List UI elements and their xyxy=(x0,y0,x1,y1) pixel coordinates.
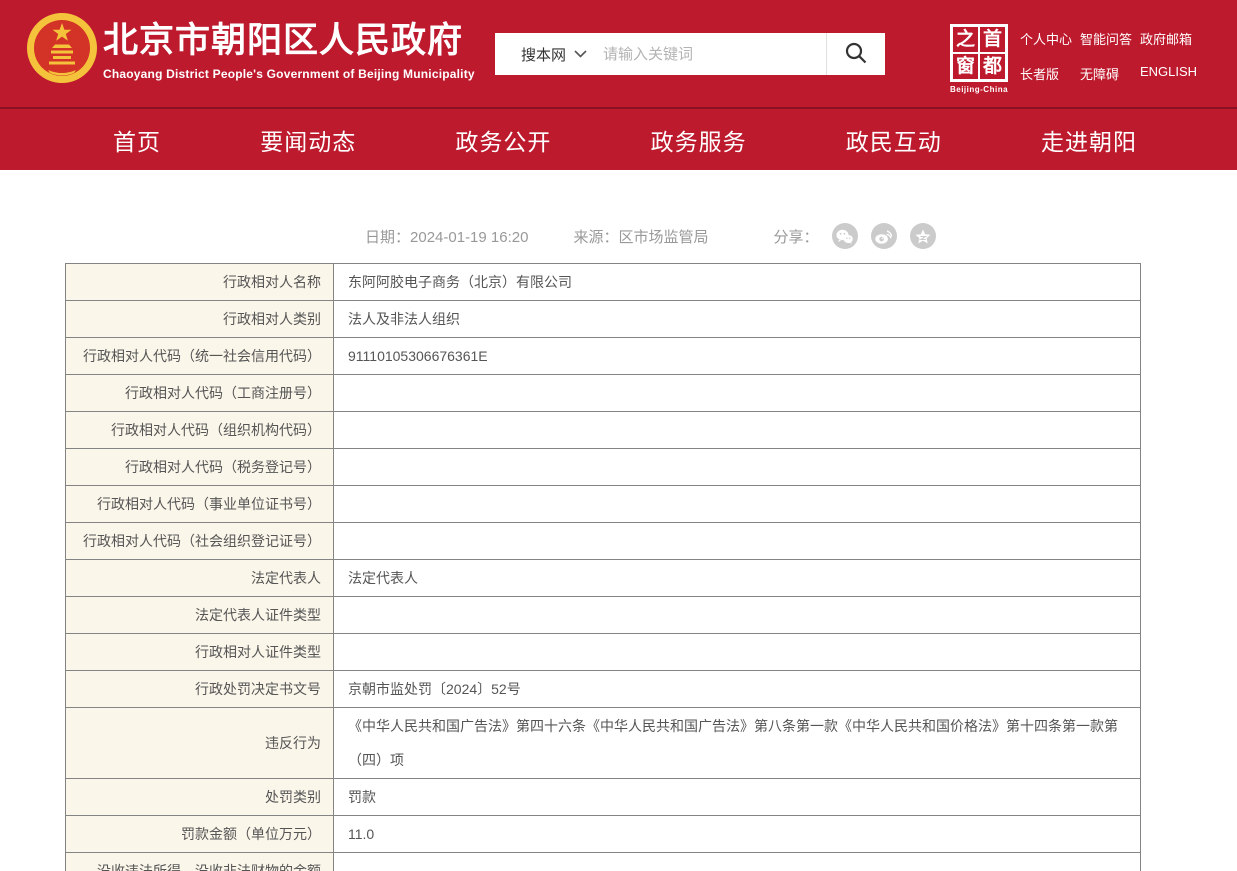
nav-item[interactable]: 政务服务 xyxy=(651,123,747,157)
row-label: 行政相对人代码（统一社会信用代码） xyxy=(66,338,334,375)
quick-link[interactable]: 无障碍 xyxy=(1080,64,1140,82)
capital-window-char: 窗 xyxy=(953,54,978,79)
table-row: 行政相对人证件类型 xyxy=(66,634,1141,671)
nav-item[interactable]: 走进朝阳 xyxy=(1041,123,1137,157)
row-value: 京朝市监处罚〔2024〕52号 xyxy=(334,671,1141,708)
source-value: 区市场监管局 xyxy=(618,229,708,246)
row-label: 行政相对人证件类型 xyxy=(66,634,334,671)
nav-item[interactable]: 政民互动 xyxy=(846,123,942,157)
main-nav: 首页 要闻动态 政务公开 政务服务 政民互动 走进朝阳 xyxy=(0,109,1237,170)
row-label: 法定代表人证件类型 xyxy=(66,597,334,634)
favorite-share-icon[interactable] xyxy=(910,223,936,249)
row-value xyxy=(334,634,1141,671)
table-row: 法定代表人 法定代表人 xyxy=(66,560,1141,597)
row-label: 没收违法所得、没收非法财物的金额 xyxy=(66,853,334,871)
table-row: 行政相对人代码（统一社会信用代码） 91110105306676361E xyxy=(66,338,1141,375)
table-row: 行政相对人类别 法人及非法人组织 xyxy=(66,301,1141,338)
row-label: 违反行为 xyxy=(66,708,334,779)
table-row: 行政相对人代码（税务登记号） xyxy=(66,449,1141,486)
row-label: 行政相对人代码（事业单位证书号） xyxy=(66,486,334,523)
meta-source: 来源：区市场监管局 xyxy=(573,226,708,247)
site-title-block[interactable]: 北京市朝阳区人民政府 Chaoyang District People's Go… xyxy=(103,21,475,81)
site-header: 北京市朝阳区人民政府 Chaoyang District People's Go… xyxy=(0,0,1237,107)
row-label: 罚款金额（单位万元） xyxy=(66,816,334,853)
table-row: 行政相对人代码（组织机构代码） xyxy=(66,412,1141,449)
article-meta: 日期：2024-01-19 16:20 来源：区市场监管局 分享： xyxy=(365,223,1237,249)
weibo-share-icon[interactable] xyxy=(871,223,897,249)
table-row: 行政相对人代码（事业单位证书号） xyxy=(66,486,1141,523)
row-label: 法定代表人 xyxy=(66,560,334,597)
quick-link[interactable]: 智能问答 xyxy=(1080,29,1140,47)
share-label: 分享： xyxy=(773,226,818,247)
table-row: 行政相对人代码（工商注册号） xyxy=(66,375,1141,412)
search-input[interactable] xyxy=(587,46,826,63)
row-value xyxy=(334,853,1141,871)
row-value xyxy=(334,597,1141,634)
table-row: 违反行为 《中华人民共和国广告法》第四十六条《中华人民共和国广告法》第八条第一款… xyxy=(66,708,1141,779)
row-label: 行政相对人类别 xyxy=(66,301,334,338)
quick-link[interactable]: 长者版 xyxy=(1020,64,1080,82)
national-emblem-logo[interactable] xyxy=(26,12,98,84)
capital-window-badge[interactable]: 之首窗都 Beijing-China xyxy=(947,24,1011,94)
nav-item[interactable]: 要闻动态 xyxy=(260,123,356,157)
search-scope-selector[interactable]: 搜本网 xyxy=(495,44,587,65)
row-value: 91110105306676361E xyxy=(334,338,1141,375)
row-value xyxy=(334,449,1141,486)
capital-window-logo: 之首窗都 xyxy=(950,24,1008,82)
quick-link[interactable]: ENGLISH xyxy=(1140,64,1197,82)
row-value: 11.0 xyxy=(334,816,1141,853)
penalty-table: 行政相对人名称 东阿阿胶电子商务（北京）有限公司 行政相对人类别 法人及非法人组… xyxy=(65,263,1141,871)
header-quick-links: 个人中心智能问答政府邮箱 长者版无障碍ENGLISH xyxy=(1020,29,1197,82)
date-label: 日期： xyxy=(365,229,410,246)
row-label: 行政相对人代码（社会组织登记证号） xyxy=(66,523,334,560)
meta-date: 日期：2024-01-19 16:20 xyxy=(365,226,528,247)
search-button[interactable] xyxy=(827,33,885,75)
search-icon xyxy=(844,41,868,68)
table-row: 行政处罚决定书文号 京朝市监处罚〔2024〕52号 xyxy=(66,671,1141,708)
capital-window-char: 首 xyxy=(980,27,1005,52)
date-value: 2024-01-19 16:20 xyxy=(410,229,528,246)
row-value xyxy=(334,412,1141,449)
row-value: 法定代表人 xyxy=(334,560,1141,597)
row-value xyxy=(334,486,1141,523)
table-row: 没收违法所得、没收非法财物的金额 xyxy=(66,853,1141,871)
table-row: 罚款金额（单位万元） 11.0 xyxy=(66,816,1141,853)
search-scope-label: 搜本网 xyxy=(521,44,566,65)
row-label: 行政相对人名称 xyxy=(66,264,334,301)
row-value: 《中华人民共和国广告法》第四十六条《中华人民共和国广告法》第八条第一款《中华人民… xyxy=(334,708,1141,779)
row-label: 行政相对人代码（工商注册号） xyxy=(66,375,334,412)
capital-window-char: 都 xyxy=(980,54,1005,79)
wechat-share-icon[interactable] xyxy=(832,223,858,249)
source-label: 来源： xyxy=(573,229,618,246)
row-value xyxy=(334,523,1141,560)
table-row: 行政相对人代码（社会组织登记证号） xyxy=(66,523,1141,560)
row-value xyxy=(334,375,1141,412)
nav-item[interactable]: 首页 xyxy=(113,123,161,157)
table-row: 处罚类别 罚款 xyxy=(66,779,1141,816)
search-bar: 搜本网 xyxy=(495,33,885,75)
site-subtitle: Chaoyang District People's Government of… xyxy=(103,67,475,81)
table-row: 法定代表人证件类型 xyxy=(66,597,1141,634)
row-label: 行政处罚决定书文号 xyxy=(66,671,334,708)
row-value: 东阿阿胶电子商务（北京）有限公司 xyxy=(334,264,1141,301)
nav-item[interactable]: 政务公开 xyxy=(455,123,551,157)
quick-link[interactable]: 政府邮箱 xyxy=(1140,29,1197,47)
table-row: 行政相对人名称 东阿阿胶电子商务（北京）有限公司 xyxy=(66,264,1141,301)
meta-share: 分享： xyxy=(773,223,935,249)
chevron-down-icon xyxy=(574,45,587,63)
row-value: 法人及非法人组织 xyxy=(334,301,1141,338)
row-label: 行政相对人代码（组织机构代码） xyxy=(66,412,334,449)
row-label: 行政相对人代码（税务登记号） xyxy=(66,449,334,486)
quick-link[interactable]: 个人中心 xyxy=(1020,29,1080,47)
capital-window-char: 之 xyxy=(953,27,978,52)
row-label: 处罚类别 xyxy=(66,779,334,816)
site-title[interactable]: 北京市朝阳区人民政府 xyxy=(103,21,475,61)
row-value: 罚款 xyxy=(334,779,1141,816)
capital-window-caption: Beijing-China xyxy=(947,85,1011,94)
